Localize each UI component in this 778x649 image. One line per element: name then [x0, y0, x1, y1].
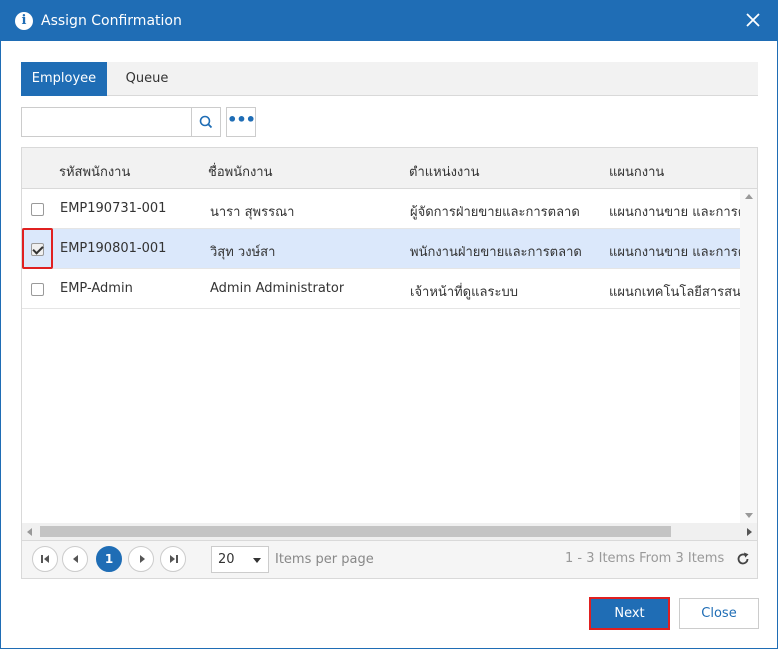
page-size-select[interactable]: 20	[211, 546, 269, 573]
current-page-button[interactable]: 1	[96, 546, 122, 572]
info-icon: i	[15, 12, 33, 30]
refresh-icon[interactable]	[735, 551, 751, 567]
column-header-department[interactable]: แผนกงาน	[609, 161, 664, 182]
pager-info: 1 - 3 Items From 3 Items	[565, 551, 725, 566]
cell-name: นารา สุพรรณา	[210, 205, 295, 220]
table-row[interactable]: EMP190801-001 วิสุท วงษ์สา พนักงานฝ่ายขา…	[22, 229, 742, 269]
assign-confirmation-dialog: i Assign Confirmation Employee Queue •••…	[0, 0, 778, 649]
next-page-icon	[140, 555, 145, 563]
table-row[interactable]: EMP-Admin Admin Administrator เจ้าหน้าที…	[22, 269, 742, 309]
cell-position: เจ้าหน้าที่ดูแลระบบ	[410, 285, 518, 300]
scroll-right-icon[interactable]	[747, 528, 752, 536]
chevron-down-icon	[253, 558, 261, 563]
first-page-icon	[41, 555, 43, 563]
items-per-page-label: Items per page	[275, 552, 374, 567]
grid-header: รหัสพนักงาน ชื่อพนักงาน ตำแหน่งงาน แผนกง…	[22, 148, 757, 189]
row-checkbox[interactable]	[31, 203, 44, 216]
tab-bar: Employee Queue	[21, 62, 758, 96]
search-icon	[199, 115, 213, 129]
first-page-button[interactable]	[32, 546, 58, 572]
more-icon: •••	[227, 110, 256, 129]
more-options-button[interactable]: •••	[226, 107, 256, 137]
prev-page-button[interactable]	[62, 546, 88, 572]
table-row[interactable]: EMP190731-001 นารา สุพรรณา ผู้จัดการฝ่าย…	[22, 189, 742, 229]
cell-department: แผนกงานขาย และการตล	[609, 245, 742, 260]
cell-department: แผนกงานขาย และการตล	[609, 205, 742, 220]
prev-page-icon	[73, 555, 78, 563]
search-button[interactable]	[191, 107, 221, 137]
cell-code: EMP190731-001	[60, 201, 167, 216]
checkbox-highlight	[22, 228, 53, 269]
dialog-titlebar: i Assign Confirmation	[1, 1, 777, 41]
vertical-scrollbar[interactable]	[740, 189, 757, 523]
page-size-value: 20	[218, 552, 235, 567]
tab-queue[interactable]: Queue	[107, 62, 187, 96]
search-input[interactable]	[21, 107, 192, 137]
close-button[interactable]: Close	[679, 598, 759, 629]
dialog-title: Assign Confirmation	[41, 13, 182, 29]
close-icon[interactable]	[743, 10, 763, 30]
last-page-button[interactable]	[160, 546, 186, 572]
row-checkbox[interactable]	[31, 283, 44, 296]
next-button[interactable]: Next	[589, 597, 670, 630]
tab-employee[interactable]: Employee	[21, 62, 107, 96]
last-page-icon	[170, 555, 175, 563]
cell-position: ผู้จัดการฝ่ายขายและการตลาด	[410, 205, 580, 220]
scroll-down-icon[interactable]	[745, 513, 753, 518]
scroll-left-icon[interactable]	[27, 528, 32, 536]
employee-grid: รหัสพนักงาน ชื่อพนักงาน ตำแหน่งงาน แผนกง…	[21, 147, 758, 579]
column-header-position[interactable]: ตำแหน่งงาน	[409, 161, 479, 182]
cell-name: วิสุท วงษ์สา	[210, 245, 276, 260]
cell-department: แผนกเทคโนโลยีสารสนเ	[609, 285, 742, 300]
cell-name: Admin Administrator	[210, 281, 345, 296]
scroll-up-icon[interactable]	[745, 194, 753, 199]
scrollbar-thumb[interactable]	[40, 526, 671, 537]
column-header-name[interactable]: ชื่อพนักงาน	[208, 161, 273, 182]
column-header-code[interactable]: รหัสพนักงาน	[59, 161, 130, 182]
cell-code: EMP-Admin	[60, 281, 133, 296]
cell-code: EMP190801-001	[60, 241, 167, 256]
horizontal-scrollbar[interactable]	[22, 523, 757, 540]
pager: 1 20 Items per page 1 - 3 Items From 3 I…	[22, 540, 757, 578]
cell-position: พนักงานฝ่ายขายและการตลาด	[410, 245, 582, 260]
next-page-button[interactable]	[128, 546, 154, 572]
